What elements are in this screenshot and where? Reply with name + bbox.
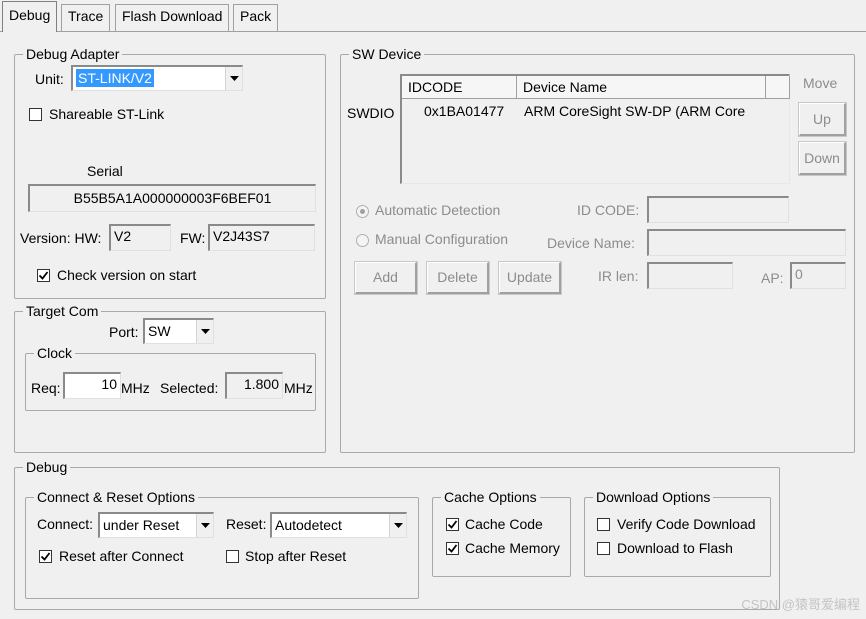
- download-to-flash-label: Download to Flash: [617, 540, 733, 556]
- chevron-down-icon[interactable]: [225, 67, 242, 90]
- tab-flash-download[interactable]: Flash Download: [115, 4, 230, 31]
- cache-memory-checkbox[interactable]: [446, 542, 459, 555]
- verify-code-download-label: Verify Code Download: [617, 516, 756, 532]
- serial-label: Serial: [87, 163, 123, 179]
- debug-title: Debug: [23, 458, 71, 476]
- cache-memory-label: Cache Memory: [465, 540, 560, 556]
- reset-after-connect-checkbox[interactable]: [39, 550, 52, 563]
- chevron-down-icon[interactable]: [389, 514, 406, 537]
- checkmark-icon: [40, 552, 51, 561]
- id-code-label: ID CODE:: [577, 202, 640, 218]
- device-list[interactable]: IDCODE Device Name 0x1BA01477 ARM CoreSi…: [400, 74, 790, 184]
- unit-select[interactable]: ST-LINK/V2: [71, 65, 243, 91]
- column-header-idcode[interactable]: IDCODE: [402, 76, 517, 99]
- download-options-group: Download Options: [584, 488, 771, 577]
- req-label: Req:: [31, 380, 61, 396]
- checkmark-icon: [447, 520, 458, 529]
- clock-title: Clock: [34, 344, 76, 362]
- tab-bar: Debug Trace Flash Download Pack: [0, 0, 866, 32]
- chevron-down-icon[interactable]: [196, 320, 213, 343]
- watermark: CSDN @猿哥爱编程: [741, 597, 860, 612]
- cache-code-label: Cache Code: [465, 516, 543, 532]
- list-item[interactable]: 0x1BA01477 ARM CoreSight SW-DP (ARM Core: [402, 102, 788, 122]
- stop-after-reset-checkbox[interactable]: [226, 550, 239, 563]
- device-idcode: 0x1BA01477: [424, 103, 505, 119]
- reset-after-connect-label: Reset after Connect: [59, 548, 184, 564]
- add-button[interactable]: Add: [354, 261, 418, 295]
- ap-input[interactable]: 0: [790, 262, 846, 289]
- hw-field: V2: [109, 224, 171, 251]
- tab-debug[interactable]: Debug: [2, 1, 58, 32]
- column-header-empty: [766, 76, 790, 99]
- serial-field: B55B5A1A000000003F6BEF01: [28, 184, 316, 212]
- sw-device-title: SW Device: [349, 45, 425, 63]
- ir-len-input[interactable]: [647, 262, 733, 289]
- reset-value: Autodetect: [275, 517, 342, 533]
- shareable-label: Shareable ST-Link: [49, 106, 165, 122]
- stop-after-reset-label: Stop after Reset: [245, 548, 347, 564]
- manual-config-label: Manual Configuration: [375, 231, 509, 247]
- down-button[interactable]: Down: [798, 141, 847, 176]
- ap-label: AP:: [761, 270, 784, 286]
- port-select[interactable]: SW: [143, 318, 214, 344]
- debug-adapter-title: Debug Adapter: [23, 45, 123, 63]
- fw-field: V2J43S7: [208, 224, 315, 251]
- auto-detect-label: Automatic Detection: [375, 202, 501, 218]
- unit-value: ST-LINK/V2: [76, 69, 154, 87]
- cache-code-checkbox[interactable]: [446, 518, 459, 531]
- check-version-checkbox[interactable]: [37, 269, 50, 282]
- delete-button[interactable]: Delete: [426, 261, 490, 295]
- auto-detect-radio[interactable]: [356, 205, 369, 218]
- id-code-input[interactable]: [647, 196, 789, 223]
- tab-pack[interactable]: Pack: [233, 4, 279, 31]
- selected-label: Selected:: [160, 380, 219, 396]
- column-header-device-name[interactable]: Device Name: [517, 76, 766, 99]
- device-name: ARM CoreSight SW-DP (ARM Core: [524, 103, 746, 119]
- tab-trace[interactable]: Trace: [61, 4, 111, 31]
- port-label: Port:: [109, 324, 139, 340]
- target-com-title: Target Com: [23, 302, 102, 320]
- checkmark-icon: [447, 544, 458, 553]
- up-button[interactable]: Up: [798, 102, 847, 137]
- connect-reset-title: Connect & Reset Options: [34, 488, 198, 506]
- check-version-label: Check version on start: [57, 267, 197, 283]
- reset-select[interactable]: Autodetect: [270, 512, 407, 538]
- cache-options-group: Cache Options: [432, 488, 571, 577]
- selected-field: 1.800: [225, 372, 283, 399]
- req-input[interactable]: 10: [63, 372, 121, 399]
- update-button[interactable]: Update: [498, 261, 562, 295]
- cache-options-title: Cache Options: [441, 488, 540, 506]
- connect-value: under Reset: [103, 517, 180, 533]
- fw-label: FW:: [180, 230, 206, 246]
- ir-len-label: IR len:: [598, 268, 639, 284]
- unit-label: Unit:: [35, 71, 64, 87]
- download-options-title: Download Options: [593, 488, 714, 506]
- reset-label: Reset:: [226, 516, 267, 532]
- verify-code-download-checkbox[interactable]: [597, 518, 610, 531]
- chevron-down-icon[interactable]: [196, 514, 213, 537]
- connect-select[interactable]: under Reset: [98, 512, 214, 538]
- manual-config-radio[interactable]: [356, 234, 369, 247]
- selected-mhz-label: MHz: [284, 380, 313, 396]
- connect-label: Connect:: [37, 516, 94, 532]
- swdio-label: SWDIO: [347, 105, 395, 121]
- move-label: Move: [803, 75, 838, 91]
- shareable-checkbox[interactable]: [29, 108, 42, 121]
- device-name-input[interactable]: [647, 229, 846, 256]
- device-name-label: Device Name:: [547, 235, 635, 251]
- req-mhz-label: MHz: [121, 380, 150, 396]
- download-to-flash-checkbox[interactable]: [597, 542, 610, 555]
- version-hw-label: Version: HW:: [20, 230, 102, 246]
- checkmark-icon: [38, 271, 49, 280]
- port-value: SW: [148, 323, 171, 339]
